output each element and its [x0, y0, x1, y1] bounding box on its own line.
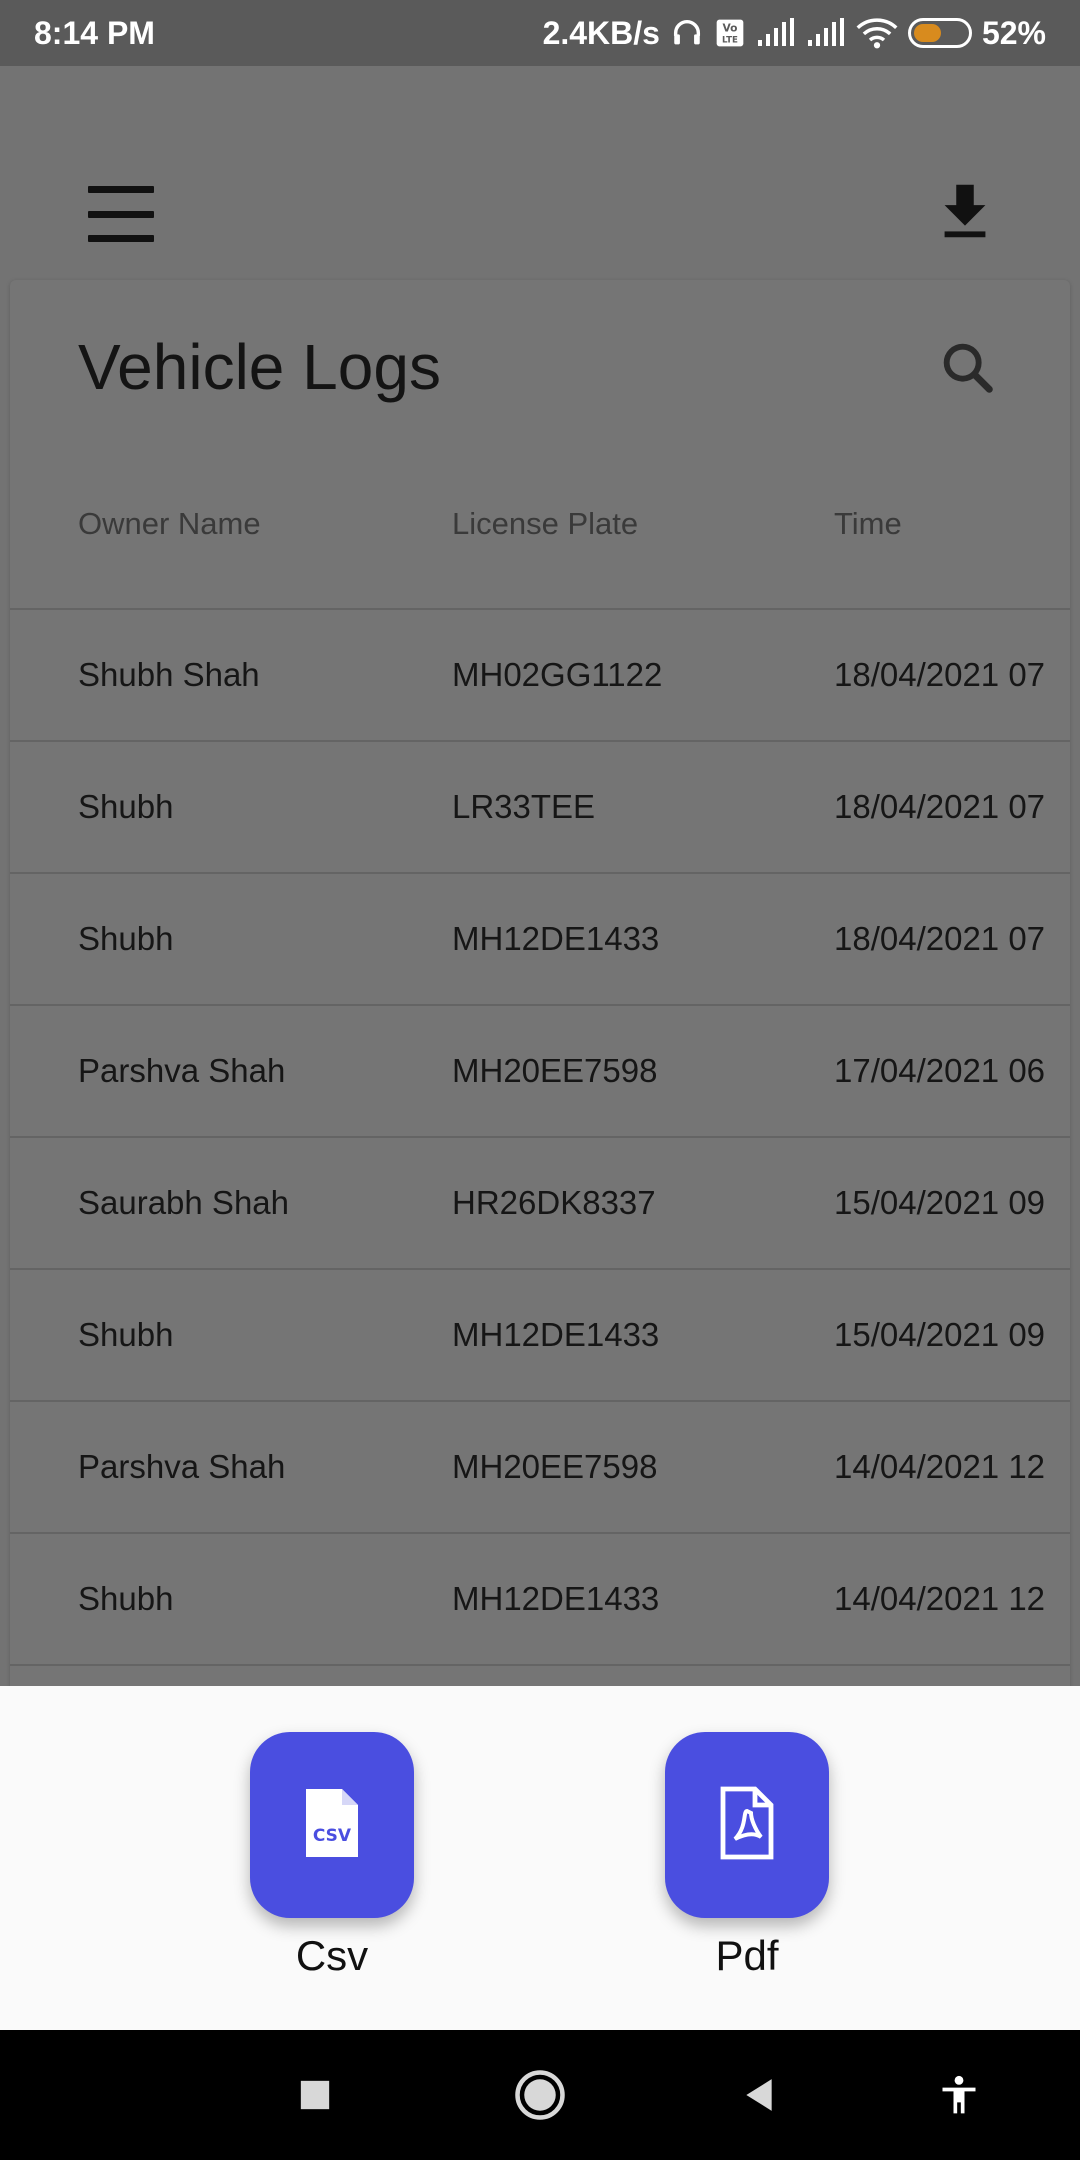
pdf-label: Pdf — [715, 1932, 779, 1979]
plate-cell: MH02GG1122 — [452, 656, 663, 693]
owner-cell: Shubh — [78, 1580, 174, 1617]
system-nav-bar — [0, 2030, 1080, 2160]
table-row[interactable]: Shubh MH12DE1433 15/04/2021 09 — [10, 1268, 1070, 1400]
status-icons: 2.4KB/s Vo LTE 52% — [543, 15, 1046, 52]
page-title: Vehicle Logs — [78, 331, 441, 403]
column-header-owner[interactable]: Owner Name — [78, 506, 261, 542]
time-cell: 18/04/2021 07 — [834, 920, 1046, 957]
back-triangle-icon[interactable] — [722, 2058, 796, 2132]
time-cell: 18/04/2021 07 — [834, 656, 1046, 693]
network-speed: 2.4KB/s — [542, 14, 660, 51]
csv-label: Csv — [295, 1932, 369, 1979]
table-row[interactable]: Saurabh Shah HR26DK8337 15/04/2021 09 — [10, 1136, 1070, 1268]
table-row[interactable]: Shubh LR33TEE 18/04/2021 07 — [10, 740, 1070, 872]
owner-cell: Shubh Shah — [78, 656, 260, 693]
column-header-plate[interactable]: License Plate — [452, 506, 638, 542]
battery-icon — [907, 18, 972, 48]
time-cell: 15/04/2021 09 — [834, 1184, 1046, 1221]
wifi-icon — [856, 17, 898, 49]
hamburger-menu-icon[interactable] — [78, 178, 164, 250]
export-csv-button[interactable]: CSV — [250, 1732, 414, 1918]
app-screen: Vehicle Logs Owner Name License Plate Ti… — [0, 66, 1080, 1686]
export-csv-option[interactable]: CSV Csv — [247, 1732, 417, 1980]
status-bar: 8:14 PM 2.4KB/s Vo LTE 52% — [0, 0, 1080, 66]
owner-cell: Parshva Shah — [78, 1448, 286, 1485]
time-cell: 14/04/2021 12 — [834, 1580, 1046, 1617]
plate-cell: MH12DE1433 — [452, 1580, 660, 1617]
battery-level — [913, 24, 941, 42]
owner-cell: Parshva Shah — [78, 1052, 286, 1089]
owner-cell: Saurabh Shah — [78, 1184, 290, 1221]
plate-cell: MH12DE1433 — [452, 1316, 660, 1353]
plate-cell: MH20EE7598 — [452, 1448, 658, 1485]
export-pdf-option[interactable]: Pdf — [662, 1732, 832, 1980]
column-header-time[interactable]: Time — [834, 506, 902, 542]
plate-cell: MH20EE7598 — [452, 1052, 658, 1089]
signal-icon-1 — [756, 18, 796, 48]
signal-icon-2 — [806, 18, 846, 48]
table-row[interactable]: Shubh Shah MH02GG1122 18/04/2021 07 — [10, 608, 1070, 740]
time-cell: 15/04/2021 09 — [834, 1316, 1046, 1353]
time-cell: 14/04/2021 12 — [834, 1448, 1046, 1485]
vehicle-logs-card: Vehicle Logs Owner Name License Plate Ti… — [10, 280, 1070, 1686]
csv-file-icon: CSV — [302, 1785, 362, 1866]
time-cell: 17/04/2021 06 — [834, 1052, 1046, 1089]
svg-text:LTE: LTE — [722, 35, 738, 45]
plate-cell: LR33TEE — [452, 788, 596, 825]
csv-icon-text: CSV — [313, 1826, 352, 1846]
pdf-file-icon — [717, 1785, 777, 1866]
owner-cell: Shubh — [78, 920, 174, 957]
volte-icon: Vo LTE — [714, 17, 746, 49]
status-time: 8:14 PM — [34, 14, 155, 51]
download-icon[interactable] — [930, 176, 1000, 246]
table-row[interactable]: Parshva Shah MH20EE7598 14/04/2021 12 — [10, 1400, 1070, 1532]
home-circle-icon[interactable] — [503, 2058, 577, 2132]
plate-cell: MH12DE1433 — [452, 920, 660, 957]
export-bottom-sheet: CSV Csv Pdf — [0, 1686, 1080, 2030]
battery-percent: 52% — [981, 14, 1046, 51]
export-pdf-button[interactable] — [665, 1732, 829, 1918]
headphones-icon — [670, 16, 704, 50]
table-row[interactable]: Shubh MH12DE1433 14/04/2021 12 — [10, 1532, 1070, 1664]
table-row[interactable]: Shubh MH12DE1433 18/04/2021 07 — [10, 872, 1070, 1004]
search-icon[interactable] — [936, 336, 1000, 400]
time-cell: 18/04/2021 07 — [834, 788, 1046, 825]
plate-cell: HR26DK8337 — [452, 1184, 656, 1221]
owner-cell: Shubh — [78, 788, 174, 825]
svg-text:Vo: Vo — [722, 22, 737, 35]
log-table: Shubh Shah MH02GG1122 18/04/2021 07 Shub… — [10, 608, 1070, 1686]
recents-square-icon[interactable] — [278, 2058, 352, 2132]
accessibility-icon[interactable] — [922, 2058, 996, 2132]
table-row-partial[interactable] — [10, 1664, 1070, 1686]
table-row[interactable]: Parshva Shah MH20EE7598 17/04/2021 06 — [10, 1004, 1070, 1136]
owner-cell: Shubh — [78, 1316, 174, 1353]
app-bar — [0, 66, 1080, 280]
